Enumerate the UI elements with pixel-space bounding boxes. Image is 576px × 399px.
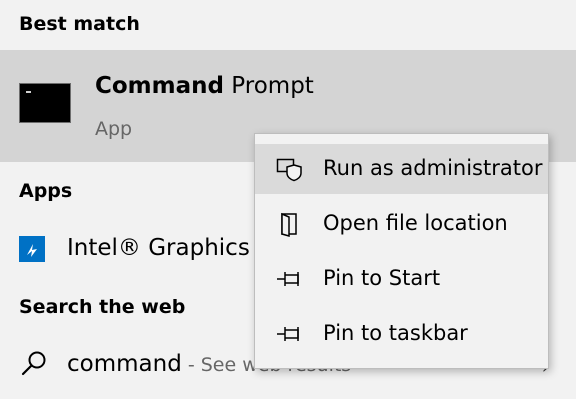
terminal-icon — [19, 83, 71, 123]
menu-item-run-as-administrator[interactable]: Run as administrator — [255, 144, 548, 194]
menu-item-label: Pin to taskbar — [323, 321, 468, 345]
search-query-text: command — [67, 351, 182, 377]
menu-item-pin-to-start[interactable]: Pin to Start — [255, 254, 548, 304]
menu-item-label: Open file location — [323, 211, 508, 235]
menu-item-label: Run as administrator — [323, 156, 543, 180]
best-match-heading: Best match — [19, 13, 140, 35]
shield-icon — [276, 156, 304, 182]
folder-open-icon — [276, 211, 304, 237]
menu-item-open-file-location[interactable]: Open file location — [255, 199, 548, 249]
result-title: Command Prompt — [95, 73, 314, 99]
search-icon — [19, 349, 49, 379]
menu-item-pin-to-taskbar[interactable]: Pin to taskbar — [255, 309, 548, 359]
menu-item-label: Pin to Start — [323, 266, 441, 290]
pin-icon — [276, 321, 304, 347]
result-title-match: Command — [95, 73, 224, 99]
app-item-intel-graphics[interactable]: Intel® Graphics — [67, 235, 250, 261]
result-title-rest: Prompt — [223, 73, 314, 99]
search-web-heading: Search the web — [19, 296, 186, 318]
context-menu: Run as administrator Open file location … — [254, 133, 549, 369]
pin-icon — [276, 266, 304, 292]
result-type-label: App — [95, 118, 133, 140]
apps-heading: Apps — [19, 180, 73, 202]
intel-graphics-icon[interactable] — [19, 236, 45, 262]
